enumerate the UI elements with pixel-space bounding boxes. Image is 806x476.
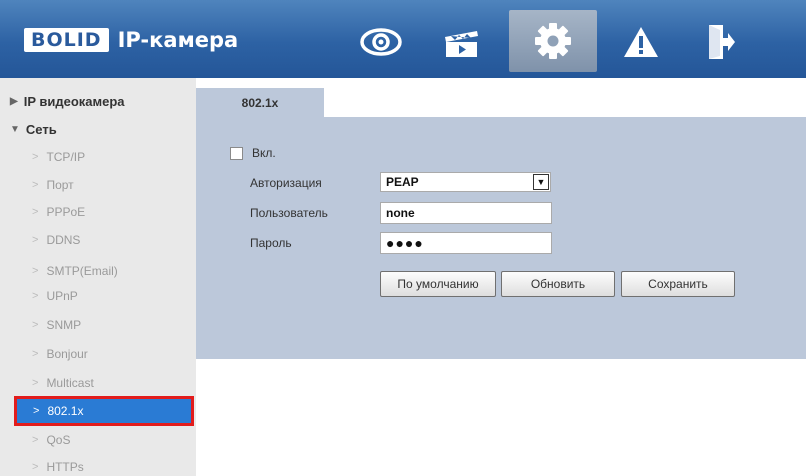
sidebar-item-tcpip[interactable]: > TCP/IP	[32, 150, 85, 164]
chevron-right-icon: >	[32, 265, 39, 277]
chevron-right-icon: >	[32, 461, 39, 473]
sidebar-item-ddns[interactable]: > DDNS	[32, 233, 80, 247]
sidebar-item-port[interactable]: > Порт	[32, 178, 74, 192]
sidebar-item-label: DDNS	[46, 233, 81, 247]
sidebar-item-label: UPnP	[46, 289, 78, 303]
sidebar-item-label: SNMP	[46, 318, 82, 332]
alarm-warning-icon[interactable]	[597, 13, 685, 71]
sidebar-item-qos[interactable]: > QoS	[32, 433, 70, 447]
chevron-right-icon: >	[32, 290, 39, 302]
logout-exit-icon[interactable]	[677, 13, 765, 71]
auth-label: Авторизация	[250, 176, 322, 190]
sidebar-item-label: Bonjour	[46, 347, 88, 361]
live-view-eye-icon[interactable]	[337, 13, 425, 71]
password-label: Пароль	[250, 236, 292, 250]
sidebar-item-pppoe[interactable]: > PPPoE	[32, 205, 85, 219]
sidebar-item-label: Сеть	[25, 122, 57, 137]
chevron-right-icon: >	[32, 151, 39, 163]
sidebar-item-network[interactable]: ▼ Сеть	[10, 122, 57, 137]
sidebar: ▶ IP видеокамера ▼ Сеть > TCP/IP > Порт > P…	[0, 78, 196, 476]
sidebar-item-label: 802.1x	[47, 404, 84, 418]
chevron-right-icon: >	[32, 319, 39, 331]
sidebar-item-ip-camera[interactable]: ▶ IP видеокамера	[10, 94, 125, 109]
sidebar-item-upnp[interactable]: > UPnP	[32, 289, 78, 303]
playback-clapper-icon[interactable]	[417, 13, 505, 71]
sidebar-item-label: TCP/IP	[46, 150, 86, 164]
sidebar-item-label: PPPoE	[46, 205, 86, 219]
sidebar-item-bonjour[interactable]: > Bonjour	[32, 347, 88, 361]
enable-checkbox[interactable]	[230, 147, 243, 160]
enable-label: Вкл.	[252, 146, 276, 160]
sidebar-item-label: QoS	[46, 433, 71, 447]
chevron-right-icon: >	[32, 434, 39, 446]
password-field[interactable]: ●●●●	[380, 232, 552, 254]
chevron-right-icon: >	[32, 348, 39, 360]
sidebar-item-snmp[interactable]: > SNMP	[32, 318, 81, 332]
default-button[interactable]: По умолчанию	[380, 271, 496, 297]
chevron-right-icon: >	[32, 179, 39, 191]
settings-panel: Вкл. Авторизация PEAP ▼ Пользователь non…	[196, 119, 806, 359]
sidebar-item-label: SMTP(Email)	[46, 264, 118, 278]
refresh-button[interactable]: Обновить	[501, 271, 615, 297]
sidebar-item-label: Multicast	[46, 376, 94, 390]
chevron-right-icon: >	[32, 377, 39, 389]
sidebar-item-https[interactable]: > HTTPs	[32, 460, 84, 474]
auth-select[interactable]: PEAP ▼	[380, 172, 551, 192]
logo-box: BOLID	[24, 28, 109, 52]
logo: BOLID IP-камера	[24, 28, 238, 52]
chevron-right-icon: >	[33, 405, 40, 417]
user-field[interactable]: none	[380, 202, 552, 224]
top-header: BOLID IP-камера	[0, 0, 806, 78]
user-label: Пользователь	[250, 206, 328, 220]
chevron-right-icon: >	[32, 234, 39, 246]
settings-gear-icon[interactable]	[509, 10, 597, 72]
auth-select-value: PEAP	[386, 175, 419, 189]
save-button[interactable]: Сохранить	[621, 271, 735, 297]
sidebar-item-label: IP видеокамера	[23, 94, 125, 109]
sidebar-item-label: Порт	[46, 178, 74, 192]
logo-text: IP-камера	[117, 28, 239, 52]
tab-8021x[interactable]: 802.1x	[196, 88, 324, 118]
triangle-down-icon: ▼	[10, 124, 20, 135]
chevron-right-icon: >	[32, 206, 39, 218]
sidebar-item-label: HTTPs	[46, 460, 84, 474]
sidebar-item-smtp[interactable]: > SMTP(Email)	[32, 264, 118, 278]
sidebar-item-multicast[interactable]: > Multicast	[32, 376, 94, 390]
sidebar-item-8021x[interactable]: > 802.1x	[14, 396, 194, 426]
chevron-down-icon[interactable]: ▼	[533, 174, 549, 190]
triangle-right-icon: ▶	[10, 96, 18, 107]
